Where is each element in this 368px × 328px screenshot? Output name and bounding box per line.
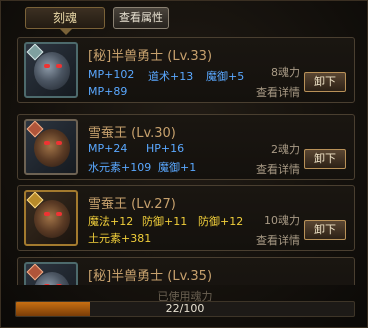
soul-name: [秘]半兽勇士 (Lv.35) — [88, 269, 213, 284]
orc-warrior-icon — [24, 42, 78, 98]
stat: 防御+11 — [142, 215, 188, 228]
stat: 魔御+5 — [206, 70, 245, 83]
orc-warrior-icon — [24, 262, 78, 285]
view-details-link[interactable]: 查看详情 — [242, 232, 300, 248]
stat: 魔法+12 — [88, 215, 134, 228]
stat: HP+16 — [146, 142, 185, 155]
soul-name: 雪蚕王 (Lv.27) — [88, 197, 176, 212]
soul-card: [秘]半兽勇士 (Lv.35) — [17, 257, 355, 285]
soul-card: [秘]半兽勇士 (Lv.33) MP+102 道术+13 魔御+5 MP+89 … — [17, 37, 355, 103]
stat: MP+24 — [88, 142, 128, 155]
unequip-button[interactable]: 卸下 — [304, 72, 346, 92]
tab-view-attributes[interactable]: 查看属性 — [113, 7, 169, 29]
unequip-button[interactable]: 卸下 — [304, 220, 346, 240]
stat: 魔御+1 — [158, 161, 197, 174]
stat: MP+89 — [88, 85, 128, 98]
soul-list: [秘]半兽勇士 (Lv.33) MP+102 道术+13 魔御+5 MP+89 … — [17, 37, 355, 285]
view-details-link[interactable]: 查看详情 — [242, 161, 300, 177]
soul-power: 8魂力 — [271, 66, 300, 79]
stat: MP+102 — [88, 68, 135, 81]
tab-engrave[interactable]: 刻魂 — [25, 7, 105, 35]
soul-power: 10魂力 — [264, 214, 300, 227]
soul-engrave-panel: 刻魂 查看属性 [秘]半兽勇士 (Lv.33) MP+102 道术+13 魔御+… — [0, 0, 368, 328]
unequip-button[interactable]: 卸下 — [304, 149, 346, 169]
stat: 土元素+381 — [88, 232, 152, 245]
soul-card: 雪蚕王 (Lv.27) 魔法+12 防御+11 防御+12 土元素+381 10… — [17, 185, 355, 251]
soul-name: 雪蚕王 (Lv.30) — [88, 126, 176, 141]
stat: 防御+12 — [198, 215, 244, 228]
soul-power: 2魂力 — [271, 143, 300, 156]
soul-power-progress-bar: 22/100 — [15, 301, 355, 317]
progress-text: 22/100 — [165, 302, 205, 315]
soul-card: 雪蚕王 (Lv.30) MP+24 HP+16 水元素+109 魔御+1 2魂力… — [17, 114, 355, 180]
snow-silkworm-icon — [24, 119, 78, 175]
view-details-link[interactable]: 查看详情 — [242, 84, 300, 100]
stat: 水元素+109 — [88, 161, 152, 174]
stat: 道术+13 — [148, 70, 194, 83]
snow-silkworm-icon — [24, 190, 78, 246]
soul-name: [秘]半兽勇士 (Lv.33) — [88, 49, 213, 64]
